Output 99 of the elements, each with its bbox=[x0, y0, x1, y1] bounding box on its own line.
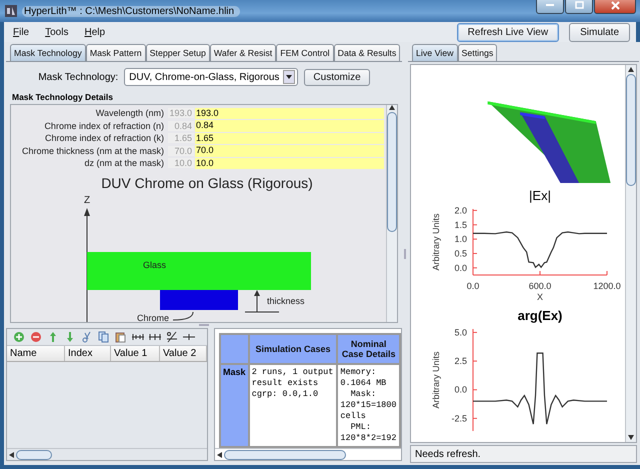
axis-label: Arbitrary Units bbox=[431, 214, 441, 270]
dimension-icon[interactable] bbox=[132, 331, 144, 343]
maximize-icon bbox=[574, 1, 584, 9]
input-field[interactable]: 0.84 bbox=[195, 120, 384, 132]
tick-label: 600.0 bbox=[528, 281, 552, 291]
maximize-button[interactable] bbox=[565, 0, 593, 14]
down-arrow-icon[interactable] bbox=[64, 331, 76, 343]
scroll-up-icon[interactable] bbox=[628, 67, 634, 72]
chart-title: arg(Ex) bbox=[518, 308, 562, 323]
axis-label: Arbitrary Units bbox=[431, 352, 441, 408]
menu-item[interactable]: Help bbox=[81, 26, 108, 38]
field-label: Wavelength (nm) bbox=[94, 108, 165, 118]
add-icon[interactable] bbox=[13, 331, 25, 343]
minimize-icon bbox=[546, 3, 554, 7]
tick-label: 0.0 bbox=[466, 281, 480, 291]
tab[interactable]: Live View bbox=[412, 44, 458, 61]
tab[interactable]: FEM Control bbox=[276, 44, 334, 61]
axis-label: Z bbox=[84, 194, 90, 206]
tick-label: 0.0 bbox=[454, 384, 467, 395]
tick-label: 5.0 bbox=[454, 327, 467, 338]
scroll-up-icon[interactable] bbox=[389, 105, 395, 110]
tick-label: 1200.0 bbox=[593, 281, 621, 291]
close-button[interactable] bbox=[594, 0, 636, 14]
percent-icon[interactable] bbox=[166, 331, 178, 343]
column-header[interactable]: Name bbox=[7, 346, 65, 361]
tick-label: 1.5 bbox=[454, 220, 467, 230]
scrollbar[interactable] bbox=[215, 448, 401, 460]
menu-item[interactable]: Tools bbox=[42, 26, 72, 38]
layer-label: Glass bbox=[143, 260, 166, 270]
customize-button[interactable]: Customize bbox=[304, 68, 370, 86]
tab[interactable]: Mask Pattern bbox=[86, 44, 146, 61]
tick-label: -2.5 bbox=[451, 413, 467, 424]
default-value: 0.84 bbox=[168, 120, 194, 131]
refresh-button[interactable]: Refresh Live View bbox=[456, 22, 560, 42]
tick-label: 2.0 bbox=[454, 205, 467, 216]
caret-icon bbox=[286, 75, 292, 79]
input-field[interactable]: 70.0 bbox=[195, 145, 384, 156]
tab[interactable]: Stepper Setup bbox=[146, 44, 210, 61]
tab[interactable]: Data & Results bbox=[334, 44, 400, 61]
scrollbar[interactable] bbox=[625, 65, 636, 442]
table-cell: Memory: 0.1064 MB Mask: 120*15=1800 cells PML: 120*8*2=192 bbox=[338, 365, 399, 446]
remove-icon[interactable] bbox=[30, 331, 42, 343]
mask-technology-dropdown[interactable]: DUV, Chrome-on-Glass, Rigorous bbox=[124, 68, 298, 86]
scissors-icon[interactable] bbox=[81, 331, 93, 343]
dimension-label: thickness bbox=[267, 296, 305, 306]
default-value: 10.0 bbox=[168, 158, 194, 168]
chart-title: |Ex| bbox=[529, 188, 551, 203]
minimize-button[interactable] bbox=[536, 0, 564, 14]
layer-label: Chrome bbox=[137, 312, 170, 322]
column-header: Nominal Case Details bbox=[338, 335, 399, 363]
simulate-button[interactable]: Simulate bbox=[569, 22, 630, 42]
default-value: 193.0 bbox=[168, 108, 194, 118]
field-label: Chrome index of refraction (k) bbox=[44, 133, 165, 144]
column-header[interactable]: Value 2 bbox=[160, 346, 207, 361]
default-value: 1.65 bbox=[168, 133, 194, 144]
input-field[interactable]: 193.0 bbox=[195, 108, 384, 119]
input-field[interactable]: 10.0 bbox=[195, 158, 384, 169]
leader-line bbox=[172, 311, 194, 320]
scroll-down-icon[interactable] bbox=[628, 435, 634, 440]
input-field[interactable]: 1.65 bbox=[195, 132, 384, 144]
field-label: dz (nm at the mask) bbox=[83, 158, 165, 168]
field-label: Chrome thickness (nm at the mask) bbox=[20, 146, 165, 156]
copy-icon[interactable] bbox=[98, 331, 110, 343]
close-icon bbox=[610, 0, 620, 10]
field-label: Mask Technology: bbox=[38, 72, 118, 82]
scroll-thumb[interactable] bbox=[387, 112, 397, 232]
column-header[interactable]: Index bbox=[65, 346, 111, 361]
table-cell: 2 runs, 1 output result exists cgrp: 0.0,1.0 bbox=[250, 365, 336, 446]
scroll-thumb[interactable] bbox=[626, 74, 636, 186]
corner-cell bbox=[221, 335, 248, 363]
diagram-title: DUV Chrome on Glass (Rigorous) bbox=[101, 174, 313, 190]
tab[interactable]: Mask Technology bbox=[10, 44, 86, 61]
scroll-left-icon[interactable] bbox=[217, 452, 222, 458]
tick-label: 2.5 bbox=[454, 356, 467, 366]
menu-item[interactable]: File bbox=[10, 26, 32, 38]
column-header: Simulation Cases bbox=[250, 335, 336, 363]
app-icon bbox=[4, 4, 18, 18]
dimension-icon[interactable] bbox=[149, 331, 161, 343]
scrollbar[interactable] bbox=[386, 105, 397, 322]
scroll-left-icon[interactable] bbox=[9, 452, 14, 458]
window-title: HyperLith™ : C:\Mesh\Customers\NoName.hlin bbox=[22, 6, 240, 16]
line-icon[interactable] bbox=[183, 331, 195, 343]
section-title: Mask Technology Details bbox=[11, 92, 114, 102]
default-value: 70.0 bbox=[168, 146, 194, 156]
row-header: Mask bbox=[221, 365, 248, 446]
axis-label: X bbox=[537, 292, 543, 302]
tick-label: 0.0 bbox=[454, 262, 467, 273]
tick-label: 0.5 bbox=[454, 248, 467, 258]
tab[interactable]: Wafer & Resist bbox=[210, 44, 276, 61]
column-header[interactable]: Value 1 bbox=[111, 346, 160, 361]
tab[interactable]: Settings bbox=[458, 44, 498, 61]
scroll-thumb[interactable] bbox=[16, 450, 52, 460]
tick-label: 1.0 bbox=[454, 234, 467, 244]
scrollbar[interactable] bbox=[7, 448, 207, 460]
field-label: Chrome index of refraction (n) bbox=[43, 120, 165, 131]
status-bar: Needs refresh. bbox=[410, 445, 637, 463]
up-arrow-icon[interactable] bbox=[47, 331, 59, 343]
paste-icon[interactable] bbox=[115, 331, 127, 343]
scroll-thumb[interactable] bbox=[224, 450, 346, 460]
